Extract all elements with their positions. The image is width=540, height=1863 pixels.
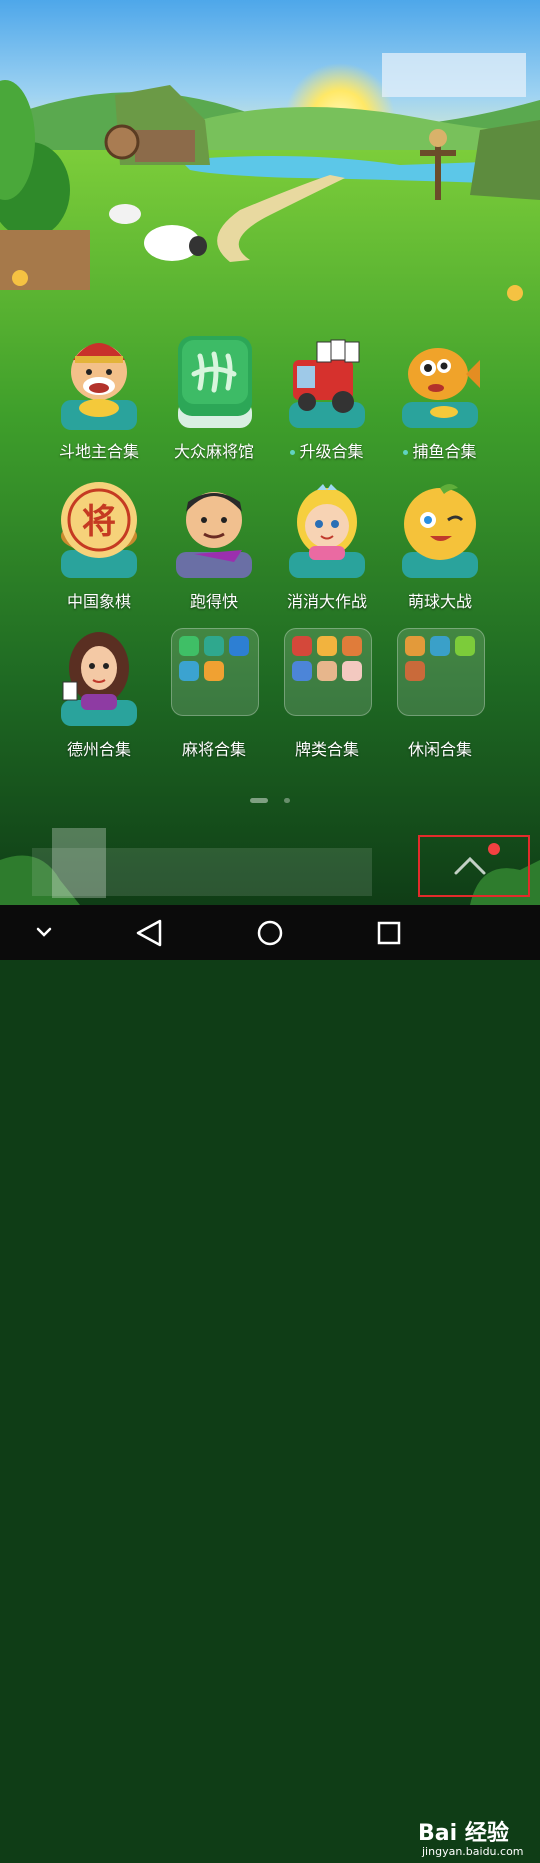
page-indicator-current bbox=[250, 798, 269, 803]
app-texas-holdem[interactable]: 德州合集 bbox=[45, 628, 153, 759]
home-icon bbox=[257, 920, 283, 946]
app-run-fast[interactable]: 跑得快 bbox=[160, 480, 268, 611]
home-button[interactable] bbox=[240, 905, 300, 960]
folder-casual[interactable]: 休闲合集 bbox=[386, 628, 494, 759]
mahjong-tile-icon bbox=[174, 330, 254, 430]
app-label: 大众麻将馆 bbox=[173, 442, 254, 461]
app-label: 升级合集 bbox=[299, 442, 364, 461]
app-landlord[interactable]: 斗地主合集 bbox=[45, 330, 153, 461]
fish-icon bbox=[400, 330, 482, 430]
princess-icon bbox=[287, 480, 367, 580]
app-drawer-button[interactable] bbox=[418, 835, 530, 897]
landlord-character-icon bbox=[59, 330, 139, 430]
update-dot bbox=[290, 450, 296, 455]
app-match-battle[interactable]: 消消大作战 bbox=[273, 480, 381, 611]
app-mahjong-hall[interactable]: 大众麻将馆 bbox=[160, 330, 268, 461]
app-fishing[interactable]: 捕鱼合集 bbox=[386, 330, 494, 461]
page-indicator-dot bbox=[283, 798, 290, 803]
recents-button[interactable] bbox=[360, 905, 420, 960]
chevron-down-icon bbox=[36, 927, 52, 937]
chess-piece-icon: 将 bbox=[59, 480, 139, 580]
folder-icon bbox=[284, 628, 372, 728]
app-chinese-chess[interactable]: 将 中国象棋 bbox=[45, 480, 153, 611]
app-label: 麻将合集 bbox=[181, 740, 246, 759]
app-label: 萌球大战 bbox=[407, 592, 472, 611]
navigation-bar: Bai 经验 jingyan.baidu.com bbox=[0, 905, 540, 1858]
baidu-jingyan-watermark: Bai 经验 jingyan.baidu.com bbox=[412, 1813, 540, 1863]
chevron-up-icon bbox=[454, 856, 486, 875]
app-label: 中国象棋 bbox=[66, 592, 131, 611]
app-label: 消消大作战 bbox=[286, 592, 367, 611]
notification-dot bbox=[488, 843, 500, 855]
folder-icon bbox=[171, 628, 259, 728]
app-label: 捕鱼合集 bbox=[412, 442, 477, 461]
app-cute-ball[interactable]: 萌球大战 bbox=[386, 480, 494, 611]
blurred-status-area bbox=[382, 53, 526, 97]
card-player-icon bbox=[174, 480, 254, 580]
update-dot bbox=[403, 450, 409, 455]
folder-mahjong[interactable]: 麻将合集 bbox=[160, 628, 268, 759]
poker-lady-icon bbox=[59, 628, 139, 728]
back-icon bbox=[136, 919, 162, 947]
watermark-url: jingyan.baidu.com bbox=[422, 1845, 524, 1858]
recents-icon bbox=[377, 921, 401, 945]
back-button[interactable] bbox=[120, 905, 180, 960]
hide-navbar-button[interactable] bbox=[14, 905, 74, 960]
chess-piece-text: 将 bbox=[82, 502, 116, 542]
winking-ball-icon bbox=[400, 480, 480, 580]
folder-icon bbox=[397, 628, 485, 728]
page-indicator bbox=[0, 790, 540, 809]
app-label: 跑得快 bbox=[189, 592, 238, 611]
app-label: 德州合集 bbox=[66, 740, 131, 759]
app-label: 牌类合集 bbox=[294, 740, 359, 759]
watermark-logo-text: Bai 经验 bbox=[418, 1821, 509, 1846]
card-truck-icon bbox=[287, 330, 367, 430]
app-label: 休闲合集 bbox=[407, 740, 472, 759]
blurred-dock-icon bbox=[52, 828, 106, 898]
app-label: 斗地主合集 bbox=[58, 442, 139, 461]
app-upgrade[interactable]: 升级合集 bbox=[273, 330, 381, 461]
folder-cards[interactable]: 牌类合集 bbox=[273, 628, 381, 759]
